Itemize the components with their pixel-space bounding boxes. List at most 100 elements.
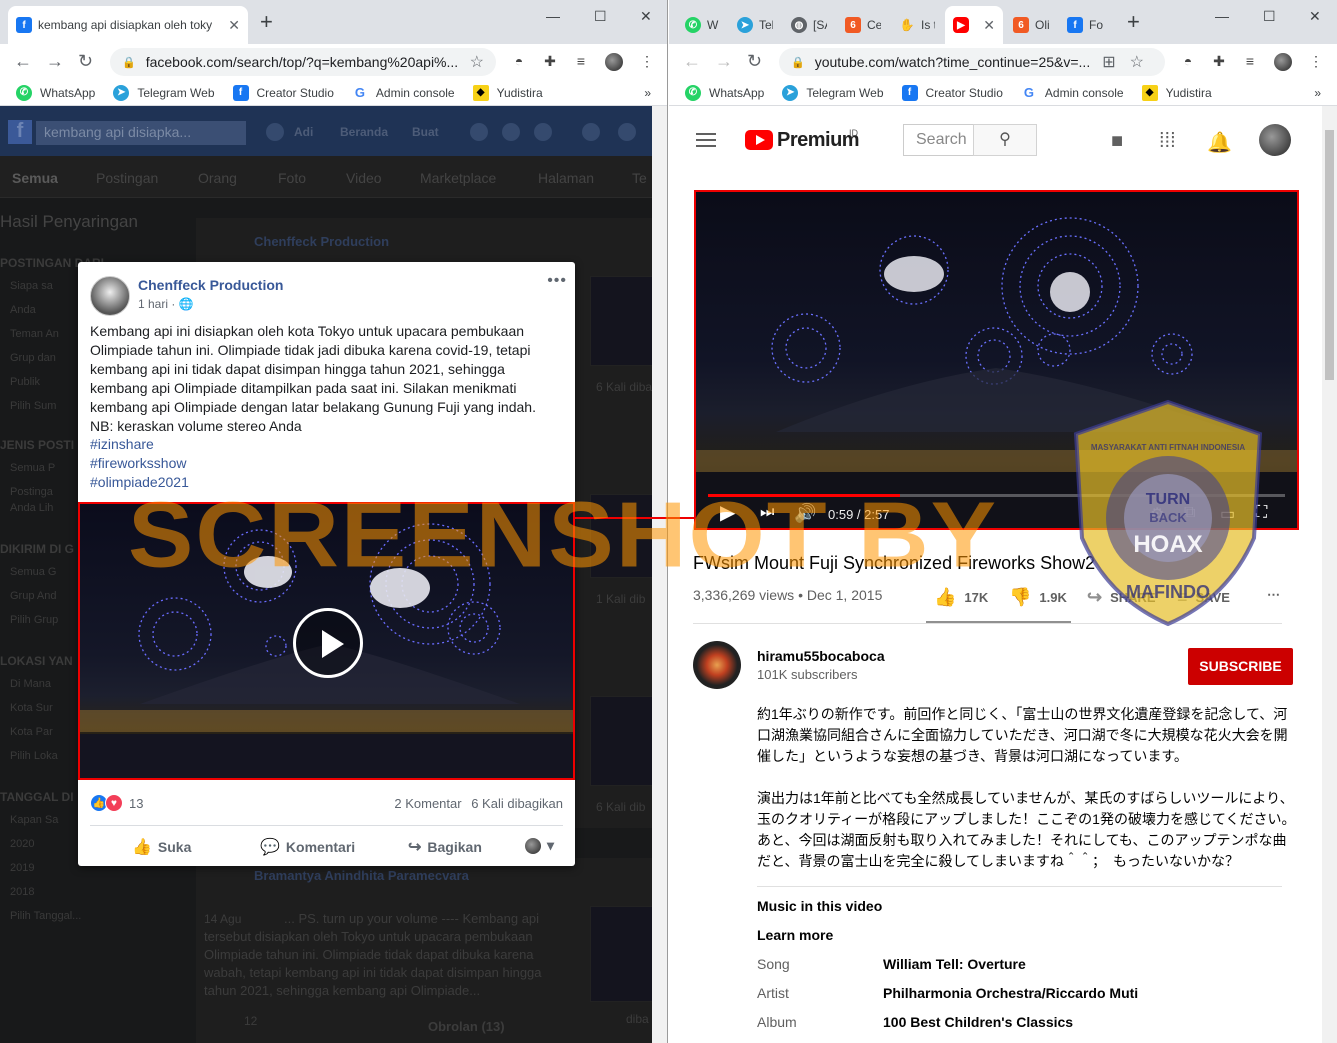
filter-option[interactable]: Anda Lih <box>10 502 53 514</box>
bookmark-yudistira[interactable]: ◆ Yudistira <box>472 84 543 101</box>
filter-option[interactable]: 2020 <box>10 838 34 850</box>
close-window-icon[interactable]: ✕ <box>640 8 652 25</box>
fb-profile-avatar[interactable] <box>266 123 284 141</box>
fb-search-input[interactable]: kembang api disiapka... <box>36 121 246 145</box>
fb-tab-people[interactable]: Orang <box>198 170 237 186</box>
fullscreen-icon[interactable]: ⛶ <box>1256 504 1267 522</box>
fb-result-thumbnail[interactable] <box>590 906 653 1002</box>
more-actions-icon[interactable]: ⋯ <box>1267 587 1280 603</box>
play-video-icon[interactable] <box>293 608 363 678</box>
tab-youtube[interactable]: ▶ ✕ <box>945 6 1003 44</box>
miniplayer-icon[interactable]: ⧉ <box>1184 504 1195 522</box>
fb-result-author[interactable]: Chenffeck Production <box>254 234 389 249</box>
fb-nav-create[interactable]: Buat <box>412 125 439 139</box>
bookmark-yudistira[interactable]: ◆ Yudistira <box>1141 84 1212 101</box>
fb-notifications-icon[interactable] <box>534 123 552 141</box>
post-author-name[interactable]: Chenffeck Production <box>138 277 283 293</box>
extensions-puzzle-icon[interactable]: ✚ <box>1210 53 1228 71</box>
comment-button[interactable]: 💬 Komentari <box>260 837 355 857</box>
filter-option[interactable]: Kapan Sa <box>10 814 58 826</box>
fb-dropdown-icon[interactable] <box>618 123 636 141</box>
filter-option[interactable]: Siapa sa <box>10 280 53 292</box>
play-icon[interactable]: ▶ <box>720 500 735 525</box>
profile-avatar-icon[interactable] <box>1274 53 1292 71</box>
post-hashtag[interactable]: #fireworksshow <box>90 455 186 471</box>
hamburger-menu-icon[interactable] <box>696 133 716 147</box>
filter-option[interactable]: Semua P <box>10 462 55 474</box>
address-bar[interactable]: 🔒 youtube.com/watch?time_continue=25&v=.… <box>779 48 1165 76</box>
filter-option[interactable]: Kota Par <box>10 726 53 738</box>
filter-option[interactable]: 2018 <box>10 886 34 898</box>
tab-hand-site[interactable]: ✋Is t <box>891 6 943 44</box>
fb-result-thumbnail[interactable] <box>590 696 653 786</box>
filter-option[interactable]: Di Mana <box>10 678 51 690</box>
bookmarks-overflow-icon[interactable]: » <box>1314 86 1321 100</box>
dislike-button[interactable]: 👎 1.9K <box>1009 587 1067 608</box>
filter-option[interactable]: Grup And <box>10 590 56 602</box>
back-icon[interactable]: ← <box>683 52 701 70</box>
filter-option[interactable]: Kota Sur <box>10 702 53 714</box>
volume-icon[interactable]: 🔊 <box>794 503 816 524</box>
fb-nav-home[interactable]: Beranda <box>340 125 388 139</box>
apps-grid-icon[interactable]: ⁞⁞⁞ <box>1159 130 1176 153</box>
music-value[interactable]: 100 Best Children's Classics <box>883 1014 1073 1030</box>
tab-generic-site[interactable]: ◍[SA <box>783 6 835 44</box>
save-button[interactable]: ≡ SAVE <box>1177 587 1230 608</box>
profile-avatar-icon[interactable] <box>605 53 623 71</box>
post-options-icon[interactable]: ••• <box>547 272 567 290</box>
tab-telegram[interactable]: ➤ Tel <box>729 6 781 44</box>
filter-option[interactable]: Semua G <box>10 566 56 578</box>
next-video-icon[interactable]: ⏭ <box>760 504 774 522</box>
filter-option[interactable]: Pilih Loka <box>10 750 58 762</box>
comment-count-link[interactable]: 2 Komentar <box>394 796 461 811</box>
search-icon[interactable]: ⚲ <box>973 124 1037 156</box>
youtube-logo-text[interactable]: Premium <box>777 129 860 152</box>
close-window-icon[interactable]: ✕ <box>1309 8 1321 25</box>
share-button[interactable]: ↪ Bagikan <box>408 837 482 857</box>
reload-icon[interactable]: ↻ <box>78 52 93 70</box>
facebook-logo-icon[interactable]: f <box>8 120 32 144</box>
bookmark-creator-studio[interactable]: f Creator Studio <box>901 84 1003 101</box>
music-value[interactable]: William Tell: Overture <box>883 956 1026 972</box>
fb-tab-marketplace[interactable]: Marketplace <box>420 170 496 186</box>
fb-messenger-icon[interactable] <box>502 123 520 141</box>
share-button[interactable]: ↪ SHARE <box>1087 587 1156 608</box>
share-count-link[interactable]: 6 Kali dibagikan <box>471 796 563 811</box>
filter-option[interactable]: Pilih Tanggal... <box>10 910 81 922</box>
create-video-icon[interactable]: ■ <box>1111 130 1123 153</box>
notifications-bell-icon[interactable]: 🔔 <box>1207 130 1232 155</box>
tab-facebook[interactable]: f kembang api disiapkan oleh toky ✕ <box>8 6 248 44</box>
menu-kebab-icon[interactable]: ⋮ <box>638 53 656 71</box>
bookmark-star-icon[interactable]: ☆ <box>1130 52 1144 72</box>
forward-icon[interactable]: → <box>46 52 64 70</box>
post-author-avatar[interactable] <box>90 276 130 316</box>
bookmark-creator-studio[interactable]: f Creator Studio <box>232 84 334 101</box>
bookmarks-overflow-icon[interactable]: » <box>644 86 651 100</box>
reload-icon[interactable]: ↻ <box>747 52 762 70</box>
filter-option[interactable]: Postinga <box>10 486 53 498</box>
bookmark-telegram[interactable]: ➤ Telegram Web <box>113 84 215 101</box>
extension-mask-icon[interactable]: ◓ <box>510 53 528 71</box>
post-video-player[interactable] <box>78 502 575 780</box>
post-reactions[interactable]: 👍 ♥ 13 <box>90 794 143 812</box>
filter-option[interactable]: Publik <box>10 376 40 388</box>
fb-tab-videos[interactable]: Video <box>346 170 382 186</box>
fb-tab-more[interactable]: Te <box>632 170 647 186</box>
minimize-icon[interactable]: — <box>546 8 560 24</box>
channel-avatar[interactable] <box>693 641 741 689</box>
filter-option[interactable]: 2019 <box>10 862 34 874</box>
filter-option[interactable]: Grup dan <box>10 352 56 364</box>
minimize-icon[interactable]: — <box>1215 8 1229 24</box>
theater-mode-icon[interactable]: ▭ <box>1220 504 1235 524</box>
new-tab-icon[interactable]: + <box>260 11 273 33</box>
media-control-icon[interactable]: ≡ <box>572 53 590 71</box>
address-bar[interactable]: 🔒 facebook.com/search/top/?q=kembang%20a… <box>110 48 496 76</box>
fb-result-thumbnail[interactable] <box>590 276 653 366</box>
tab-facebook[interactable]: f Fo <box>1059 6 1111 44</box>
fb-friends-icon[interactable] <box>470 123 488 141</box>
youtube-logo-icon[interactable] <box>745 130 773 150</box>
extension-mask-icon[interactable]: ◓ <box>1179 53 1197 71</box>
tab-orange-site[interactable]: 6 Ce <box>837 6 889 44</box>
forward-icon[interactable]: → <box>715 52 733 70</box>
media-control-icon[interactable]: ≡ <box>1241 53 1259 71</box>
